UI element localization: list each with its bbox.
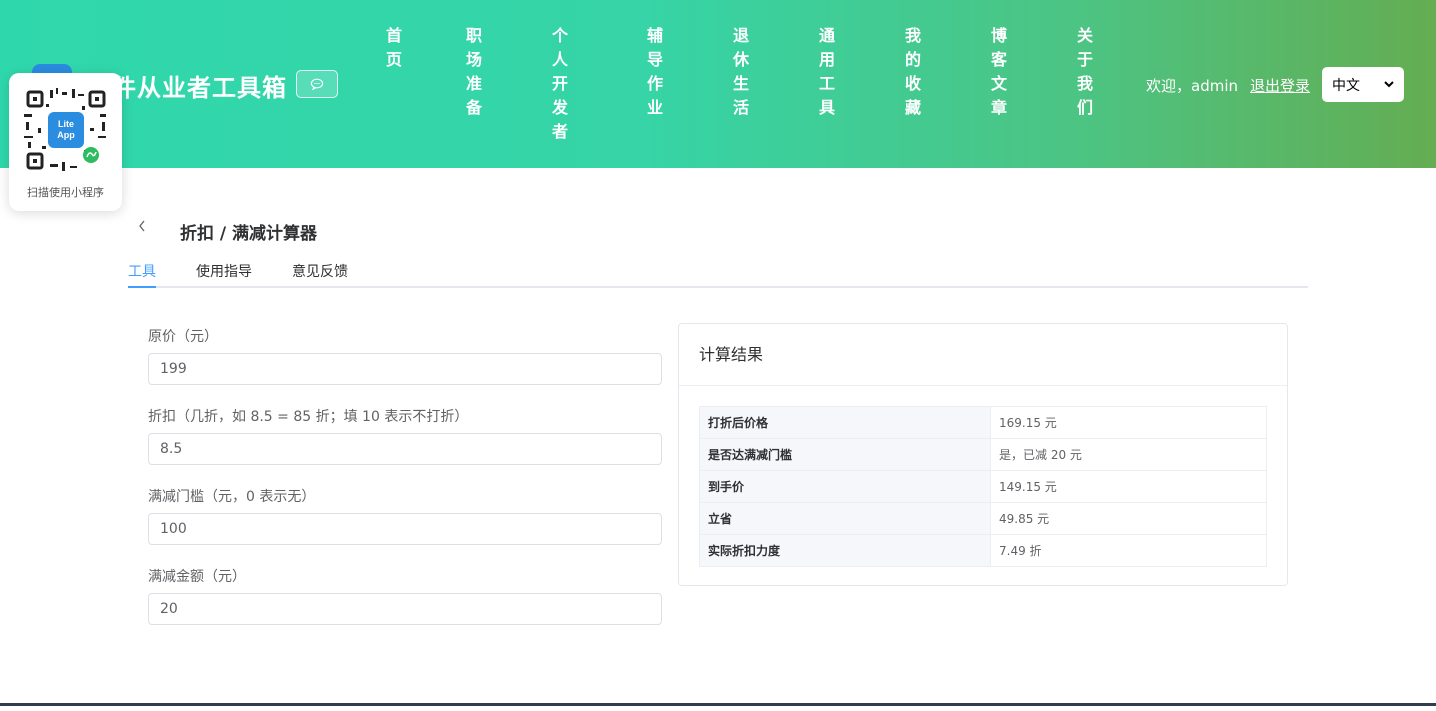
threshold-input[interactable]: 100 [148,513,662,545]
result-value: 49.85 元 [990,502,1267,535]
back-button[interactable] [136,218,154,236]
reduction-label: 满减金额（元） [148,569,246,585]
tab-tool[interactable]: 工具 [128,261,156,281]
result-key: 到手价 [699,470,991,503]
table-row: 到手价 149.15 元 [699,470,1267,503]
nav-favorites[interactable]: 我的收藏 [903,24,923,120]
original-price-input[interactable]: 199 [148,353,662,385]
page-title: 折扣 / 满减计算器 [180,224,318,244]
result-key: 打折后价格 [699,406,991,439]
tab-guide[interactable]: 使用指导 [196,261,252,281]
result-card: 计算结果 打折后价格 169.15 元 是否达满减门槛 是，已减 20 元 到手… [678,323,1288,586]
original-price-label: 原价（元） [148,329,218,345]
nav-blog[interactable]: 博客文章 [989,24,1009,120]
table-row: 立省 49.85 元 [699,502,1267,535]
table-row: 是否达满减门槛 是，已减 20 元 [699,438,1267,471]
nav-homework[interactable]: 辅导作业 [645,24,665,120]
active-tab-indicator [128,286,156,288]
language-select[interactable]: 中文 [1322,67,1404,102]
chevron-left-icon [139,220,145,232]
result-value: 7.49 折 [990,534,1267,567]
result-value: 169.15 元 [990,406,1267,439]
qr-code-image: Lite App [20,84,112,176]
reduction-input[interactable]: 20 [148,593,662,625]
logout-link[interactable]: 退出登录 [1250,75,1310,96]
nav-retirement[interactable]: 退休生活 [731,24,751,120]
footer-divider [0,703,1436,706]
result-key: 实际折扣力度 [699,534,991,567]
mini-program-qr-card: Lite App 扫描使用小程序 [9,73,122,211]
table-row: 打折后价格 169.15 元 [699,406,1267,439]
chat-bubble-icon [310,78,324,90]
tab-bar: 工具 使用指导 意见反馈 [128,258,1308,288]
nav-about[interactable]: 关于我们 [1075,24,1095,120]
discount-label: 折扣（几折，如 8.5 = 85 折；填 10 表示不打折） [148,409,469,425]
nav-indie-dev[interactable]: 个人开发者 [550,24,570,144]
nav-career-prep[interactable]: 职场准备 [464,24,484,120]
language-select-value: 中文 [1332,77,1360,94]
threshold-label: 满减门槛（元，0 表示无） [148,489,316,505]
result-key: 立省 [699,502,991,535]
result-value: 149.15 元 [990,470,1267,503]
nav-general-tools[interactable]: 通用工具 [817,24,837,120]
site-title[interactable]: 件从业者工具箱 [112,68,287,103]
site-header: 件从业者工具箱 首页 职场准备 个人开发者 辅导作业 退休生活 通用工具 我的收… [0,0,1436,168]
welcome-text: 欢迎，admin [1146,77,1238,95]
chat-button[interactable] [296,70,338,98]
chevron-down-icon [1384,81,1394,88]
svg-text:Lite: Lite [58,119,74,129]
svg-text:App: App [57,130,75,140]
result-title: 计算结果 [679,324,1287,386]
discount-input[interactable]: 8.5 [148,433,662,465]
result-table: 打折后价格 169.15 元 是否达满减门槛 是，已减 20 元 到手价 149… [699,406,1267,567]
tab-feedback[interactable]: 意见反馈 [292,261,348,281]
result-key: 是否达满减门槛 [699,438,991,471]
result-value: 是，已减 20 元 [990,438,1267,471]
table-row: 实际折扣力度 7.49 折 [699,534,1267,567]
qr-caption: 扫描使用小程序 [27,186,104,199]
nav-home[interactable]: 首页 [384,24,404,72]
